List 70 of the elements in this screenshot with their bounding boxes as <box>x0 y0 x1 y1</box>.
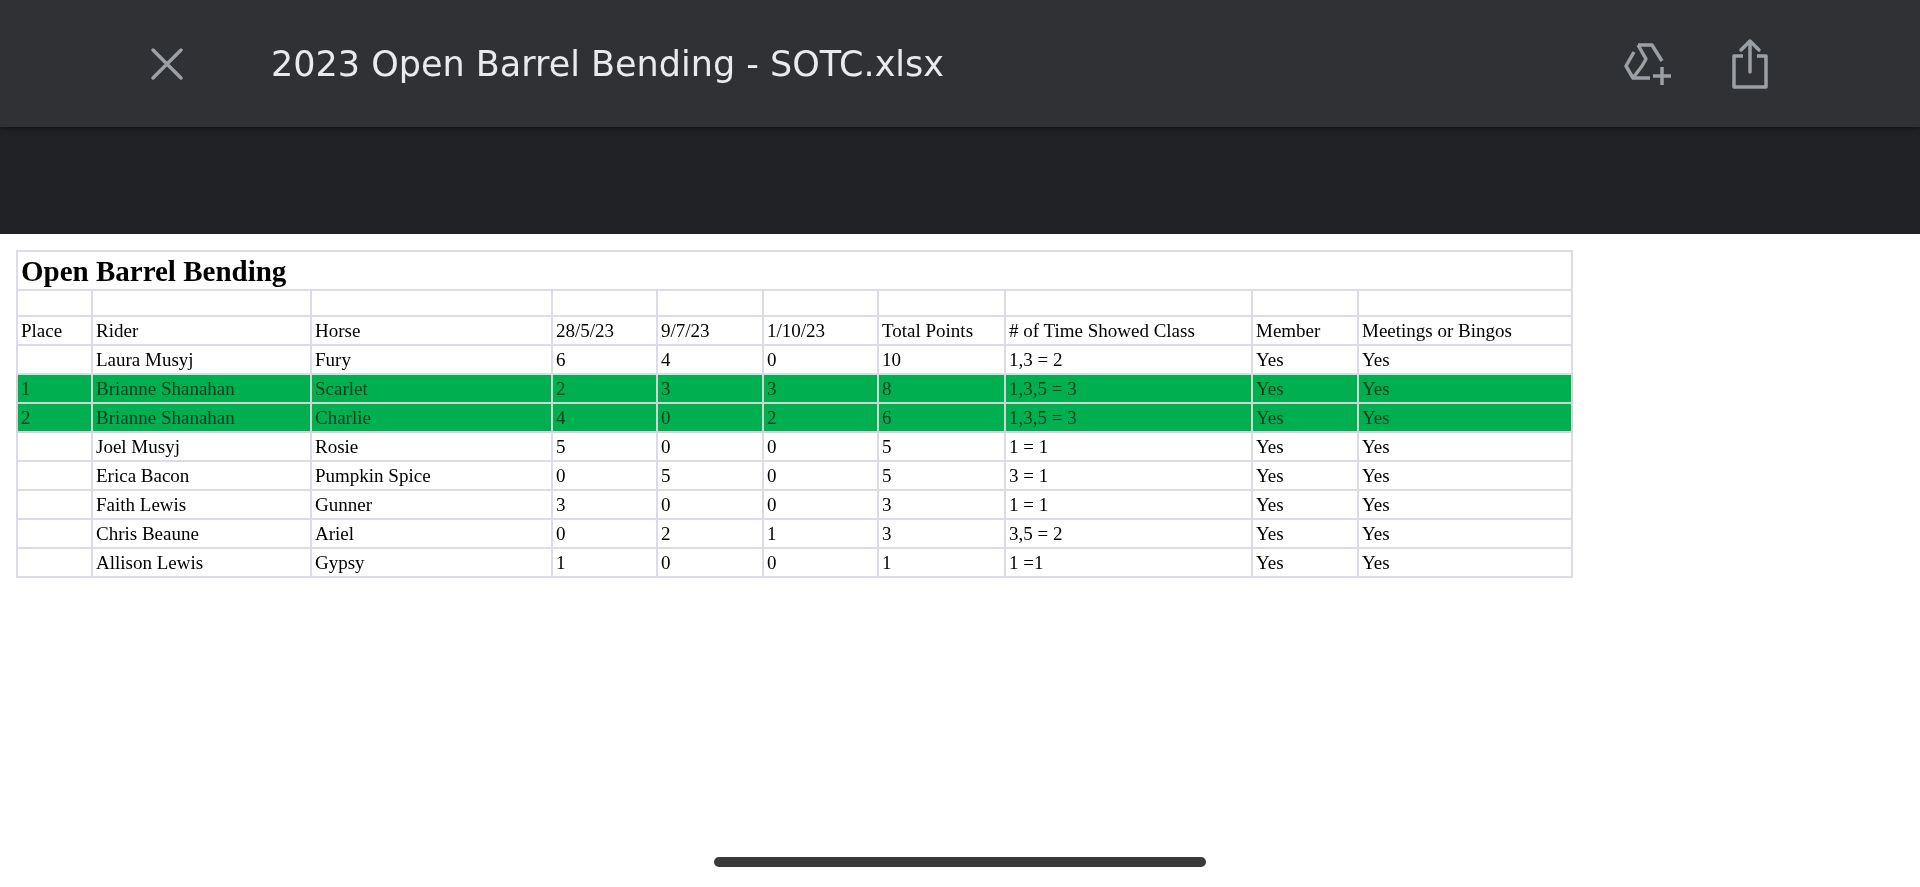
table-cell: 1 = 1 <box>1005 432 1252 461</box>
table-cell: 0 <box>552 461 657 490</box>
table-cell: 1 <box>552 548 657 577</box>
table-cell: 1 =1 <box>1005 548 1252 577</box>
table-cell: Erica Bacon <box>92 461 311 490</box>
table-cell: 0 <box>657 490 763 519</box>
table-cell: Chris Beaune <box>92 519 311 548</box>
table-cell: Yes <box>1358 490 1572 519</box>
table-cell: 2 <box>657 519 763 548</box>
table-cell: Yes <box>1252 432 1358 461</box>
table-cell: 0 <box>763 461 878 490</box>
table-cell: 5 <box>878 432 1005 461</box>
drive-add-icon[interactable] <box>1624 40 1674 87</box>
table-cell: 0 <box>657 548 763 577</box>
table-cell: 5 <box>878 461 1005 490</box>
column-header: 1/10/23 <box>763 316 878 345</box>
share-icon[interactable] <box>1730 37 1770 90</box>
table-cell: Yes <box>1358 403 1572 432</box>
table-cell: 0 <box>657 403 763 432</box>
table-cell: 0 <box>763 490 878 519</box>
table-cell: 5 <box>552 432 657 461</box>
column-header: Rider <box>92 316 311 345</box>
table-cell: Yes <box>1252 403 1358 432</box>
table-cell: 0 <box>763 432 878 461</box>
table-cell: 2 <box>17 403 92 432</box>
table-cell: 6 <box>878 403 1005 432</box>
table-cell: 1 <box>763 519 878 548</box>
table-cell: Yes <box>1358 432 1572 461</box>
table-cell: 3,5 = 2 <box>1005 519 1252 548</box>
table-cell: 4 <box>552 403 657 432</box>
table-cell: 3 <box>552 490 657 519</box>
column-header: Horse <box>311 316 552 345</box>
table-cell: Yes <box>1252 461 1358 490</box>
table-cell: Yes <box>1358 548 1572 577</box>
table-cell: Yes <box>1358 461 1572 490</box>
column-header: Place <box>17 316 92 345</box>
table-cell: 5 <box>657 461 763 490</box>
table-cell: Gypsy <box>311 548 552 577</box>
table-cell: Allison Lewis <box>92 548 311 577</box>
table-cell: Faith Lewis <box>92 490 311 519</box>
table-cell: Rosie <box>311 432 552 461</box>
table-cell: Yes <box>1358 519 1572 548</box>
column-header: Member <box>1252 316 1358 345</box>
column-header: 28/5/23 <box>552 316 657 345</box>
table-cell: 1,3,5 = 3 <box>1005 403 1252 432</box>
table-cell: 3 <box>878 519 1005 548</box>
table-cell: Yes <box>1252 519 1358 548</box>
table-cell: Charlie <box>311 403 552 432</box>
table-cell: Yes <box>1252 490 1358 519</box>
table-cell: 0 <box>763 548 878 577</box>
column-header: Total Points <box>878 316 1005 345</box>
table-cell: Ariel <box>311 519 552 548</box>
table-cell: 1 = 1 <box>1005 490 1252 519</box>
table-cell: Brianne Shanahan <box>92 403 311 432</box>
table-cell: Pumpkin Spice <box>311 461 552 490</box>
table-cell: Gunner <box>311 490 552 519</box>
sheet-title: Open Barrel Bending <box>17 251 1572 290</box>
column-header: 9/7/23 <box>657 316 763 345</box>
table-cell: Yes <box>1252 548 1358 577</box>
close-icon[interactable] <box>150 46 184 81</box>
table-cell: 3 = 1 <box>1005 461 1252 490</box>
table-cell: 2 <box>763 403 878 432</box>
file-title: 2023 Open Barrel Bending - SOTC.xlsx <box>271 43 945 84</box>
table-cell: 3 <box>878 490 1005 519</box>
table-cell: 0 <box>657 432 763 461</box>
column-header: # of Time Showed Class <box>1005 316 1252 345</box>
column-header: Meetings or Bingos <box>1358 316 1572 345</box>
table-cell: 1 <box>878 548 1005 577</box>
table-cell: Joel Musyj <box>92 432 311 461</box>
table-cell: 0 <box>552 519 657 548</box>
